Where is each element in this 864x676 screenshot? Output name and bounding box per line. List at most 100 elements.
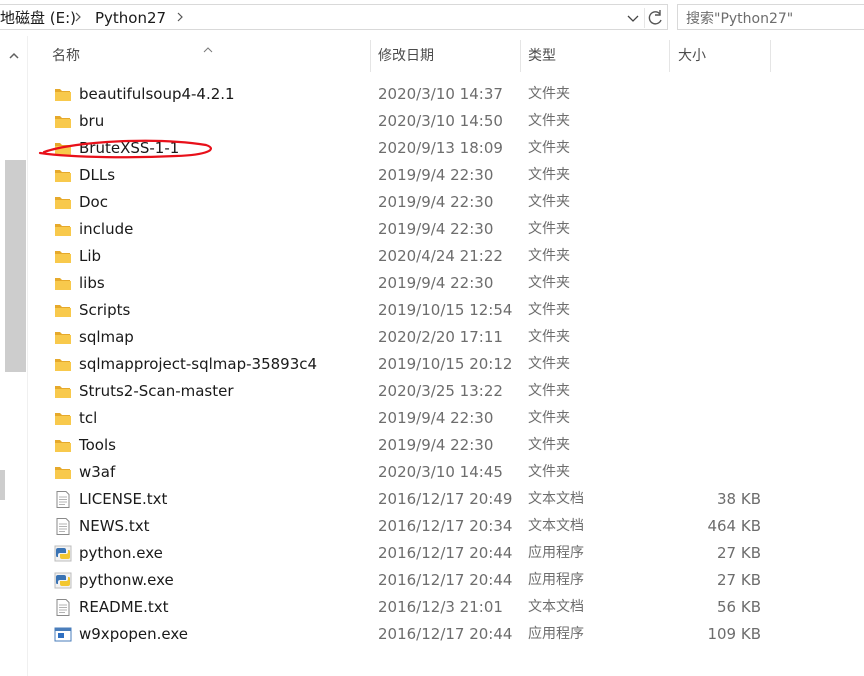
file-type: 应用程序 — [528, 545, 584, 561]
file-date: 2016/12/17 20:44 — [378, 571, 513, 589]
scroll-up-arrow-icon[interactable] — [8, 46, 20, 65]
file-name[interactable]: README.txt — [79, 594, 169, 621]
file-name[interactable]: sqlmap — [79, 324, 134, 351]
breadcrumb-separator-icon[interactable] — [73, 8, 83, 30]
file-type: 文件夹 — [528, 167, 570, 183]
file-name[interactable]: python.exe — [79, 540, 163, 567]
file-row[interactable]: sqlmapproject-sqlmap-35893c4 2019/10/15 2… — [28, 351, 864, 378]
file-type: 文件夹 — [528, 302, 570, 318]
file-row[interactable]: Lib 2020/4/24 21:22 文件夹 — [28, 243, 864, 270]
file-name[interactable]: w9xpopen.exe — [79, 621, 188, 648]
folder-icon — [54, 86, 72, 103]
file-row[interactable]: Struts2-Scan-master 2020/3/25 13:22 文件夹 — [28, 378, 864, 405]
file-row[interactable]: pythonw.exe 2016/12/17 20:44 应用程序 27 KB — [28, 567, 864, 594]
folder-icon — [54, 383, 72, 400]
file-row[interactable]: w9xpopen.exe 2016/12/17 20:44 应用程序 109 KB — [28, 621, 864, 648]
column-divider[interactable] — [520, 40, 521, 72]
file-row[interactable]: tcl 2019/9/4 22:30 文件夹 — [28, 405, 864, 432]
refresh-icon[interactable] — [644, 8, 667, 28]
file-type: 文件夹 — [528, 356, 570, 372]
scrollbar-thumb-secondary[interactable] — [0, 470, 5, 500]
file-name[interactable]: sqlmapproject-sqlmap-35893c4 — [79, 351, 317, 378]
folder-icon — [54, 329, 72, 346]
column-header-date[interactable]: 修改日期 — [378, 40, 434, 72]
file-row[interactable]: LICENSE.txt 2016/12/17 20:49 文本文档 38 KB — [28, 486, 864, 513]
file-name[interactable]: tcl — [79, 405, 97, 432]
file-size: 27 KB — [717, 544, 761, 562]
column-divider[interactable] — [669, 40, 670, 72]
history-dropdown-icon[interactable] — [624, 9, 642, 27]
file-row[interactable]: Tools 2019/9/4 22:30 文件夹 — [28, 432, 864, 459]
file-row[interactable]: README.txt 2016/12/3 21:01 文本文档 56 KB — [28, 594, 864, 621]
file-row[interactable]: bru 2020/3/10 14:50 文件夹 — [28, 108, 864, 135]
file-date: 2019/10/15 12:54 — [378, 301, 513, 319]
python-icon — [54, 572, 72, 589]
file-row[interactable]: w3af 2020/3/10 14:45 文件夹 — [28, 459, 864, 486]
file-type: 应用程序 — [528, 572, 584, 588]
file-row[interactable]: libs 2019/9/4 22:30 文件夹 — [28, 270, 864, 297]
file-row[interactable]: beautifulsoup4-4.2.1 2020/3/10 14:37 文件夹 — [28, 81, 864, 108]
folder-icon — [54, 356, 72, 373]
file-name[interactable]: Doc — [79, 189, 108, 216]
file-date: 2020/2/20 17:11 — [378, 328, 503, 346]
file-date: 2019/9/4 22:30 — [378, 409, 494, 427]
folder-icon — [54, 221, 72, 238]
file-name[interactable]: include — [79, 216, 133, 243]
file-row[interactable]: python.exe 2016/12/17 20:44 应用程序 27 KB — [28, 540, 864, 567]
file-row[interactable]: DLLs 2019/9/4 22:30 文件夹 — [28, 162, 864, 189]
file-name[interactable]: Struts2-Scan-master — [79, 378, 234, 405]
file-name[interactable]: beautifulsoup4-4.2.1 — [79, 81, 235, 108]
column-header-type[interactable]: 类型 — [528, 40, 556, 72]
python-icon — [54, 545, 72, 562]
file-name[interactable]: NEWS.txt — [79, 513, 149, 540]
file-row[interactable]: NEWS.txt 2016/12/17 20:34 文本文档 464 KB — [28, 513, 864, 540]
file-type: 文件夹 — [528, 140, 570, 156]
file-date: 2020/9/13 18:09 — [378, 139, 503, 157]
column-header-name[interactable]: 名称 — [52, 40, 80, 72]
file-row[interactable]: Scripts 2019/10/15 12:54 文件夹 — [28, 297, 864, 324]
file-name[interactable]: Scripts — [79, 297, 130, 324]
folder-icon — [54, 167, 72, 184]
file-name[interactable]: libs — [79, 270, 105, 297]
search-placeholder: 搜索"Python27" — [686, 11, 794, 27]
folder-icon — [54, 113, 72, 130]
file-row[interactable]: Doc 2019/9/4 22:30 文件夹 — [28, 189, 864, 216]
file-type: 文件夹 — [528, 275, 570, 291]
search-input[interactable]: 搜索"Python27" — [677, 4, 864, 30]
file-date: 2016/12/3 21:01 — [378, 598, 503, 616]
file-type: 文件夹 — [528, 410, 570, 426]
column-divider[interactable] — [770, 40, 771, 72]
file-name[interactable]: pythonw.exe — [79, 567, 174, 594]
sort-ascending-icon — [203, 38, 213, 57]
breadcrumb-python27[interactable]: Python27 — [95, 9, 166, 27]
file-date: 2020/3/10 14:50 — [378, 112, 503, 130]
folder-icon — [54, 464, 72, 481]
file-date: 2016/12/17 20:34 — [378, 517, 513, 535]
file-name[interactable]: w3af — [79, 459, 115, 486]
breadcrumb-drive[interactable]: 地磁盘 (E:) — [0, 9, 76, 27]
file-date: 2016/12/17 20:44 — [378, 625, 513, 643]
file-name[interactable]: DLLs — [79, 162, 115, 189]
navigation-pane-scrollbar[interactable] — [0, 36, 27, 676]
file-size: 464 KB — [707, 517, 761, 535]
file-type: 文本文档 — [528, 599, 584, 615]
text-file-icon — [54, 491, 72, 508]
file-name[interactable]: LICENSE.txt — [79, 486, 167, 513]
scrollbar-thumb[interactable] — [5, 160, 26, 372]
annotation-circle — [38, 139, 212, 159]
file-type: 文件夹 — [528, 383, 570, 399]
file-row[interactable]: include 2019/9/4 22:30 文件夹 — [28, 216, 864, 243]
column-header-size[interactable]: 大小 — [678, 40, 706, 72]
file-name[interactable]: Lib — [79, 243, 101, 270]
column-divider[interactable] — [370, 40, 371, 72]
file-date: 2019/9/4 22:30 — [378, 220, 494, 238]
file-name[interactable]: Tools — [79, 432, 116, 459]
file-type: 文件夹 — [528, 437, 570, 453]
file-row[interactable]: sqlmap 2020/2/20 17:11 文件夹 — [28, 324, 864, 351]
file-type: 文件夹 — [528, 248, 570, 264]
file-name[interactable]: bru — [79, 108, 104, 135]
address-bar[interactable]: 地磁盘 (E:) Python27 — [0, 4, 668, 30]
file-date: 2016/12/17 20:44 — [378, 544, 513, 562]
file-type: 文件夹 — [528, 86, 570, 102]
breadcrumb-separator-icon[interactable] — [175, 8, 185, 30]
